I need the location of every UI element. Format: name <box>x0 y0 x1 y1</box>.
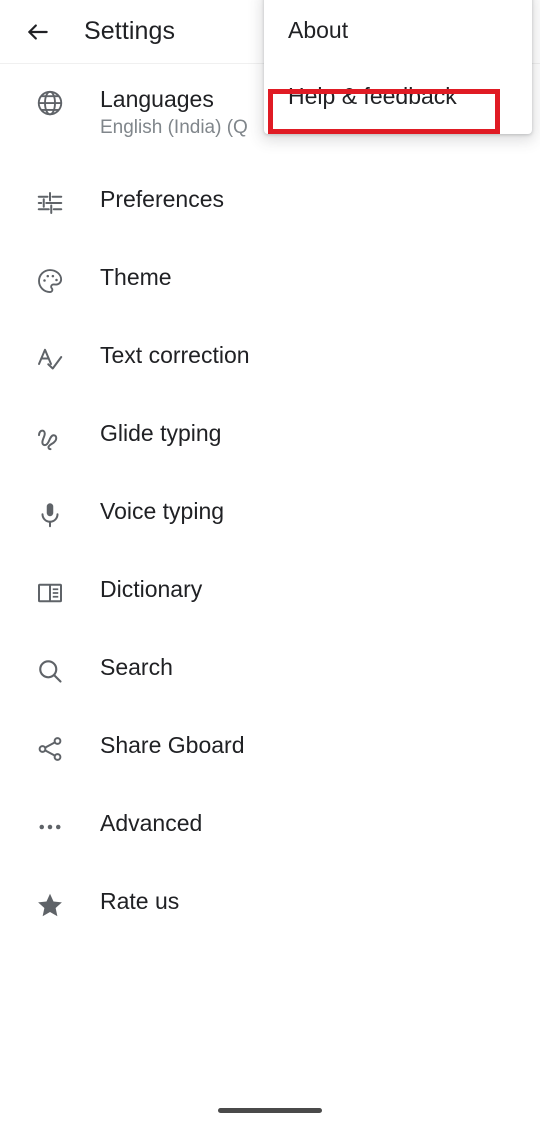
icon-slot <box>0 554 100 608</box>
row-text: Voice typing <box>100 476 224 526</box>
row-label: Theme <box>100 264 172 290</box>
icon-slot <box>0 866 100 920</box>
menu-item-help-and-feedback[interactable]: Help & feedback <box>264 66 532 126</box>
row-label: Languages <box>100 86 214 112</box>
settings-row-preferences[interactable]: Preferences <box>0 164 540 242</box>
settings-row-glide-typing[interactable]: Glide typing <box>0 398 540 476</box>
settings-row-theme[interactable]: Theme <box>0 242 540 320</box>
globe-icon <box>37 90 63 116</box>
book-icon <box>38 583 63 603</box>
icon-slot <box>0 164 100 218</box>
row-text: Text correction <box>100 320 250 370</box>
tune-sliders-icon <box>37 192 63 214</box>
row-text: Dictionary <box>100 554 202 604</box>
back-button[interactable] <box>14 8 62 56</box>
row-label: Text correction <box>100 342 250 368</box>
search-icon <box>39 660 62 683</box>
settings-row-advanced[interactable]: Advanced <box>0 788 540 866</box>
row-subtitle: English (India) (Q <box>100 117 248 138</box>
menu-item-about[interactable]: About <box>264 0 532 60</box>
row-label: Search <box>100 654 173 680</box>
icon-slot <box>0 710 100 764</box>
icon-slot <box>0 242 100 296</box>
page-title: Settings <box>84 17 176 45</box>
settings-screen: Settings Languages English (India) (Q Pr… <box>0 0 540 1122</box>
settings-row-rate-us[interactable]: Rate us <box>0 866 540 944</box>
settings-list: Languages English (India) (Q Preferences… <box>0 64 540 944</box>
more-horizontal-icon <box>39 824 61 830</box>
spellcheck-icon <box>38 348 63 370</box>
row-text: Search <box>100 632 173 682</box>
row-text: Advanced <box>100 788 202 838</box>
icon-slot <box>0 632 100 686</box>
row-label: Share Gboard <box>100 732 245 758</box>
palette-icon <box>38 269 63 293</box>
row-text: Rate us <box>100 866 179 916</box>
settings-row-dictionary[interactable]: Dictionary <box>0 554 540 632</box>
row-label: Dictionary <box>100 576 203 602</box>
icon-slot <box>0 320 100 374</box>
settings-row-search[interactable]: Search <box>0 632 540 710</box>
row-label: Advanced <box>100 810 203 836</box>
icon-slot <box>0 398 100 452</box>
star-icon <box>38 893 62 917</box>
system-gesture-bar[interactable] <box>218 1108 322 1113</box>
row-label: Rate us <box>100 888 180 914</box>
icon-slot <box>0 476 100 530</box>
icon-slot <box>0 64 100 118</box>
arrow-left-icon <box>28 23 48 40</box>
share-icon <box>38 737 62 761</box>
gesture-icon <box>38 429 58 451</box>
row-text: Languages English (India) (Q <box>100 64 248 142</box>
row-label: Voice typing <box>100 498 225 524</box>
row-label: Glide typing <box>100 420 222 446</box>
settings-row-share-gboard[interactable]: Share Gboard <box>0 710 540 788</box>
icon-slot <box>0 788 100 842</box>
row-text: Glide typing <box>100 398 221 448</box>
row-text: Share Gboard <box>100 710 244 760</box>
settings-row-voice-typing[interactable]: Voice typing <box>0 476 540 554</box>
row-label: Preferences <box>100 186 225 212</box>
row-text: Preferences <box>100 164 224 214</box>
overflow-menu: About Help & feedback <box>264 0 532 134</box>
microphone-icon <box>41 503 59 528</box>
row-text: Theme <box>100 242 172 292</box>
settings-row-text-correction[interactable]: Text correction <box>0 320 540 398</box>
